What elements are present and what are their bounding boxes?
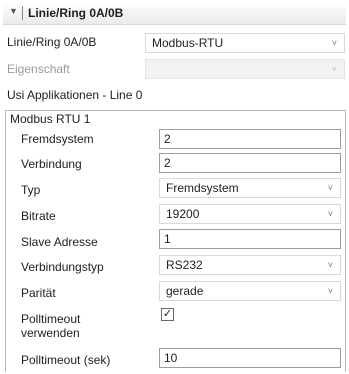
- section-header[interactable]: ▼ Linie/Ring 0A/0B: [3, 2, 346, 25]
- polltimeout-sec-value: 10: [164, 351, 178, 365]
- verbindung-input[interactable]: 2: [159, 153, 341, 173]
- chevron-down-icon: ˅: [327, 286, 333, 296]
- typ-value: Fremdsystem: [166, 181, 239, 195]
- line-protocol-value: Modbus-RTU: [152, 36, 224, 50]
- line-protocol-select[interactable]: Modbus-RTU ˅: [145, 33, 345, 53]
- slave-address-label: Slave Adresse: [21, 235, 98, 249]
- modbus-rtu-group: Modbus RTU 1 Fremdsystem 2 Verbindung 2 …: [5, 110, 346, 372]
- verbindungstyp-label: Verbindungstyp: [21, 260, 104, 274]
- polltimeout-use-checkbox[interactable]: ✓: [161, 308, 174, 321]
- property-label: Eigenschaft: [7, 62, 70, 76]
- polltimeout-use-label-line2: verwenden: [21, 326, 80, 340]
- fremdsystem-label: Fremdsystem: [21, 132, 94, 146]
- paritaet-value: gerade: [166, 284, 204, 298]
- typ-select[interactable]: Fremdsystem ˅: [159, 178, 341, 198]
- section-title: Linie/Ring 0A/0B: [28, 6, 124, 20]
- bitrate-select[interactable]: 19200 ˅: [159, 204, 341, 224]
- chevron-down-icon: ˅: [331, 64, 337, 74]
- property-select: ˅: [145, 59, 345, 79]
- typ-label: Typ: [21, 183, 41, 197]
- checkmark-icon: ✓: [162, 308, 173, 320]
- collapse-chevron-icon[interactable]: ▼: [9, 6, 18, 16]
- verbindungstyp-value: RS232: [166, 258, 203, 272]
- fremdsystem-input[interactable]: 2: [159, 129, 341, 149]
- paritaet-select[interactable]: gerade ˅: [159, 281, 341, 301]
- fremdsystem-value: 2: [164, 132, 171, 146]
- polltimeout-sec-label: Polltimeout (sek): [21, 353, 111, 367]
- line-label: Linie/Ring 0A/0B: [7, 35, 97, 49]
- paritaet-label: Parität: [21, 286, 56, 300]
- group-title: Modbus RTU 1: [10, 112, 91, 126]
- header-separator: [22, 6, 23, 20]
- verbindung-label: Verbindung: [21, 157, 82, 171]
- verbindung-value: 2: [164, 156, 171, 170]
- usi-applications-label: Usi Applikationen - Line 0: [7, 88, 143, 102]
- chevron-down-icon: ˅: [331, 38, 337, 48]
- bitrate-value: 19200: [166, 207, 200, 221]
- slave-address-input[interactable]: 1: [159, 229, 341, 249]
- polltimeout-sec-input[interactable]: 10: [159, 348, 341, 368]
- verbindungstyp-select[interactable]: RS232 ˅: [159, 255, 341, 275]
- slave-address-value: 1: [164, 232, 171, 246]
- polltimeout-use-label-line1: Polltimeout: [21, 312, 81, 326]
- chevron-down-icon: ˅: [327, 260, 333, 270]
- chevron-down-icon: ˅: [327, 209, 333, 219]
- bitrate-label: Bitrate: [21, 209, 56, 223]
- chevron-down-icon: ˅: [327, 183, 333, 193]
